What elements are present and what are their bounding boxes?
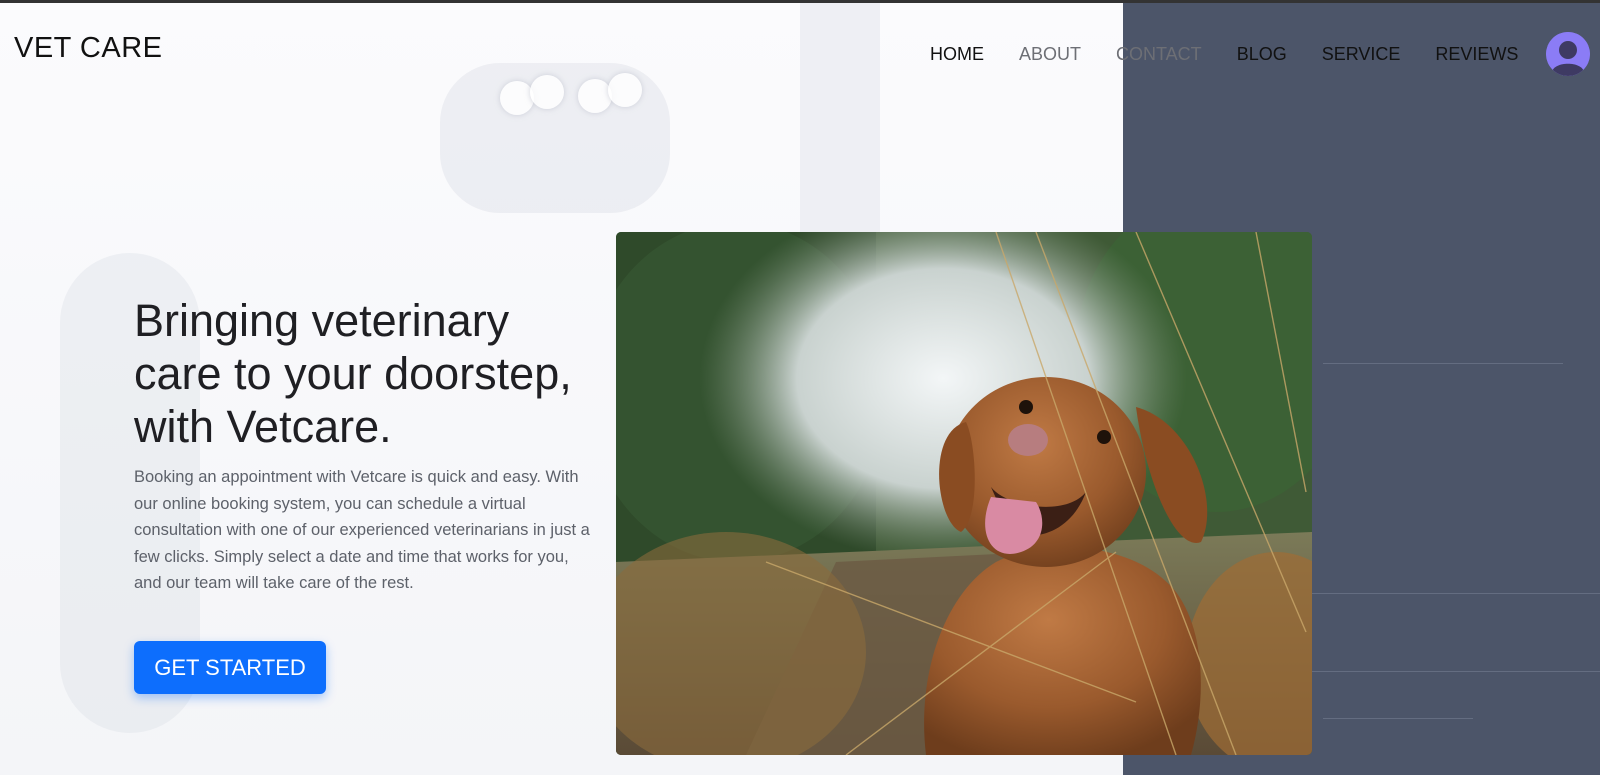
nav-item-reviews[interactable]: REVIEWS <box>1435 44 1518 64</box>
background-lamp-light <box>530 75 564 109</box>
background-line <box>1323 363 1563 364</box>
main-nav: HOME ABOUT CONTACT BLOG SERVICE REVIEWS <box>930 44 1518 64</box>
background-line <box>1303 593 1600 594</box>
nav-item-about[interactable]: ABOUT <box>1019 44 1081 64</box>
nav-item-service[interactable]: SERVICE <box>1322 44 1401 64</box>
top-border <box>0 0 1600 3</box>
brand-logo[interactable]: VET CARE <box>14 32 163 65</box>
background-lamp-light <box>578 79 612 113</box>
background-line <box>1303 671 1600 672</box>
background-lamp-light <box>500 81 534 115</box>
get-started-button[interactable]: GET STARTED <box>134 641 326 694</box>
user-avatar-icon[interactable] <box>1546 32 1590 76</box>
hero-title: Bringing veterinary care to your doorste… <box>134 295 572 452</box>
dog-photo <box>616 232 1312 755</box>
nav-item-contact[interactable]: CONTACT <box>1116 44 1202 64</box>
hero-description: Booking an appointment with Vetcare is q… <box>134 468 590 592</box>
nav-item-blog[interactable]: BLOG <box>1237 44 1287 64</box>
nav-item-home[interactable]: HOME <box>930 44 984 64</box>
background-panel-shape <box>800 3 880 233</box>
background-line <box>1323 718 1473 719</box>
background-lamp-light <box>608 73 642 107</box>
